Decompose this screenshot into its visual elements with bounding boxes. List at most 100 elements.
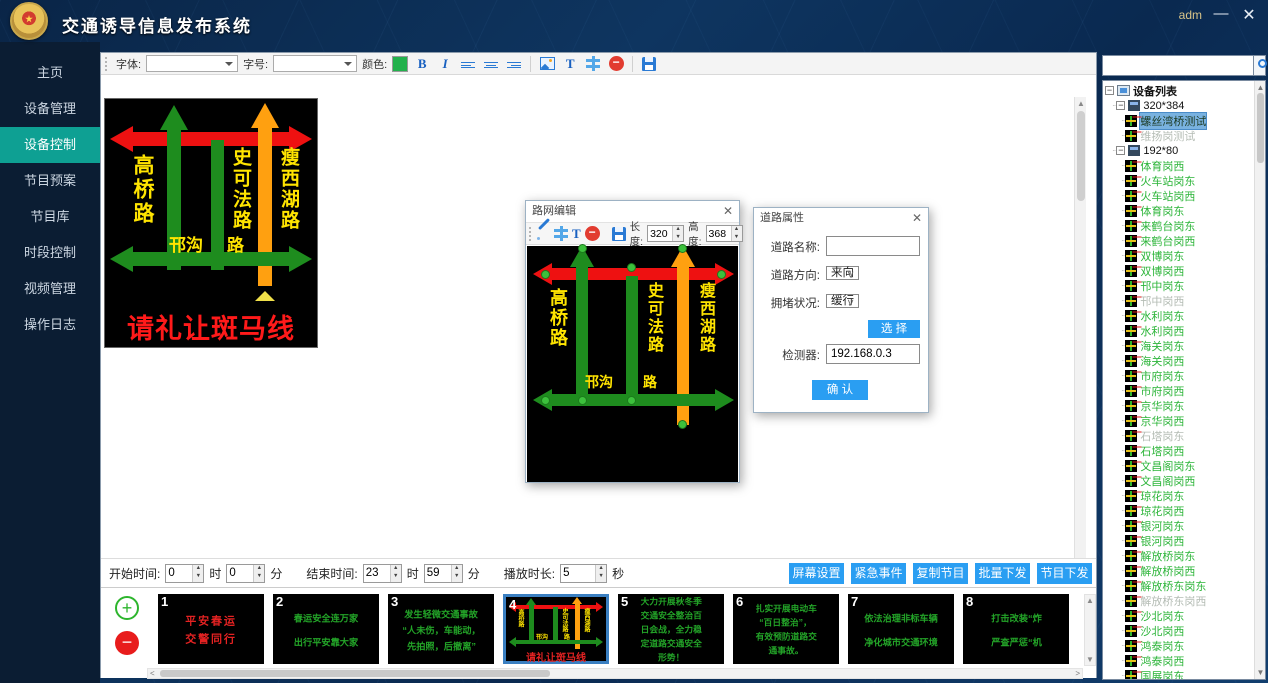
tree-device-item[interactable]: ··来鹤台岗东 xyxy=(1103,218,1253,233)
length-spinner[interactable]: ▲▼ xyxy=(672,226,683,241)
end-minute-spinner[interactable]: ▲▼ xyxy=(451,565,462,582)
tree-device-item[interactable]: ··水利岗西 xyxy=(1103,323,1253,338)
spin-up-icon[interactable]: ▲ xyxy=(596,565,606,574)
tree-device-item[interactable]: ··解放桥岗西 xyxy=(1103,563,1253,578)
tree-scroll-thumb[interactable] xyxy=(1257,93,1264,163)
align-left-button[interactable] xyxy=(459,55,477,73)
edit-handle[interactable] xyxy=(541,270,550,279)
tree-device-item[interactable]: ··沙北岗西 xyxy=(1103,623,1253,638)
led-sign-preview[interactable]: 高桥路 史可法路 瘦西湖路 邗沟 路 请礼让斑马线 xyxy=(104,98,318,348)
tree-device-item[interactable]: ··体育岗西 xyxy=(1103,158,1253,173)
color-swatch[interactable] xyxy=(392,56,408,72)
tree-device-item[interactable]: ··文昌阁岗西 xyxy=(1103,473,1253,488)
duration-input[interactable] xyxy=(561,565,595,582)
tree-device-item[interactable]: ··解放桥东岗西 xyxy=(1103,593,1253,608)
road-network-button[interactable] xyxy=(584,55,602,73)
device-search-button[interactable] xyxy=(1254,55,1266,76)
tree-device-item[interactable]: ··银河岗东 xyxy=(1103,518,1253,533)
edit-dialog-titlebar[interactable]: 路网编辑 ✕ xyxy=(526,201,739,222)
tree-group-item-1[interactable]: ··−192*80 xyxy=(1103,143,1253,158)
tree-device-item[interactable]: ··鸿泰岗西 xyxy=(1103,653,1253,668)
edit-handle[interactable] xyxy=(678,420,687,429)
tree-collapse-icon[interactable]: − xyxy=(1105,86,1114,95)
tree-device-item[interactable]: ··邗中岗西 xyxy=(1103,293,1253,308)
sidebar-item-5[interactable]: 时段控制 xyxy=(0,235,100,271)
bold-button[interactable]: B xyxy=(413,55,431,73)
playlist-thumbnail-7[interactable]: 7依法治理非标车辆净化城市交通环境 xyxy=(848,594,954,664)
sidebar-item-0[interactable]: 主页 xyxy=(0,55,100,91)
tree-device-item[interactable]: ··火车站岗西 xyxy=(1103,188,1253,203)
sidebar-item-4[interactable]: 节目库 xyxy=(0,199,100,235)
edit-sign[interactable]: 高桥路 史可法路 瘦西湖路 邗沟 路 xyxy=(527,246,738,431)
schedule-button-0[interactable]: 屏幕设置 xyxy=(789,563,844,584)
tree-device-item[interactable]: ··京华岗东 xyxy=(1103,398,1253,413)
scroll-up-icon[interactable]: ▲ xyxy=(1085,596,1095,605)
tree-scrollbar[interactable]: ▲ ▼ xyxy=(1254,81,1265,679)
playlist-vertical-scrollbar[interactable]: ▲ ▼ xyxy=(1084,594,1096,666)
tree-device-item[interactable]: ··螺丝湾桥测试 xyxy=(1103,113,1253,128)
tree-device-item[interactable]: ··国展岗东 xyxy=(1103,668,1253,680)
spin-up-icon[interactable]: ▲ xyxy=(673,226,683,234)
height-spinner[interactable]: ▲▼ xyxy=(731,226,742,241)
spin-down-icon[interactable]: ▼ xyxy=(193,573,203,582)
draw-line-button[interactable] xyxy=(537,225,550,243)
playlist-thumbnail-6[interactable]: 6扎实开展电动车“百日整治”，有效预防道路交通事故。 xyxy=(733,594,839,664)
tree-device-item[interactable]: ··琼花岗西 xyxy=(1103,503,1253,518)
delete-button[interactable]: − xyxy=(607,55,625,73)
tree-device-item[interactable]: ··沙北岗东 xyxy=(1103,608,1253,623)
font-select[interactable] xyxy=(146,55,238,72)
canvas-scroll-thumb[interactable] xyxy=(1077,111,1085,201)
tree-device-item[interactable]: ··银河岗西 xyxy=(1103,533,1253,548)
scroll-right-icon[interactable]: > xyxy=(1075,669,1080,679)
edit-handle[interactable] xyxy=(578,396,587,405)
scroll-left-icon[interactable]: < xyxy=(150,669,155,679)
road-direction-select[interactable]: 来向 xyxy=(826,266,859,280)
edit-handle[interactable] xyxy=(541,396,550,405)
edit-delete-button[interactable]: − xyxy=(585,225,600,243)
tree-device-item[interactable]: ··鸿泰岗东 xyxy=(1103,638,1253,653)
tree-collapse-icon[interactable]: − xyxy=(1116,146,1125,155)
spin-down-icon[interactable]: ▼ xyxy=(732,234,742,242)
tree-device-item[interactable]: ··京华岗西 xyxy=(1103,413,1253,428)
tree-root-item[interactable]: −设备列表 xyxy=(1103,83,1253,98)
tree-device-item[interactable]: ··体育岗东 xyxy=(1103,203,1253,218)
select-detector-button[interactable]: 选 择 xyxy=(868,320,920,338)
schedule-button-1[interactable]: 紧急事件 xyxy=(851,563,906,584)
prop-dialog-titlebar[interactable]: 道路属性 ✕ xyxy=(754,208,928,229)
tree-device-item[interactable]: ··双博岗东 xyxy=(1103,248,1253,263)
playlist-thumbnail-4[interactable]: 4高桥路史可法路瘦西湖路邗沟路请礼让斑马线 xyxy=(503,594,609,664)
align-right-button[interactable] xyxy=(505,55,523,73)
minimize-button[interactable]: — xyxy=(1210,5,1232,22)
sidebar-item-6[interactable]: 视频管理 xyxy=(0,271,100,307)
align-center-button[interactable] xyxy=(482,55,500,73)
edit-handle[interactable] xyxy=(627,263,636,272)
schedule-button-4[interactable]: 节目下发 xyxy=(1037,563,1092,584)
spin-down-icon[interactable]: ▼ xyxy=(596,573,606,582)
playlist-thumbnail-1[interactable]: 1平安春运交警同行 xyxy=(158,594,264,664)
road-tool-button[interactable] xyxy=(554,225,568,243)
scroll-up-icon[interactable]: ▲ xyxy=(1255,82,1266,93)
tree-group-item-0[interactable]: ··−320*384 xyxy=(1103,98,1253,113)
end-minute-input[interactable] xyxy=(425,565,451,582)
tree-device-item[interactable]: ··邗中岗东 xyxy=(1103,278,1253,293)
playlist-thumbnail-2[interactable]: 2春运安全连万家出行平安靠大家 xyxy=(273,594,379,664)
tree-device-item[interactable]: ··石塔岗西 xyxy=(1103,443,1253,458)
spin-down-icon[interactable]: ▼ xyxy=(254,573,264,582)
tree-device-item[interactable]: ··石塔岗东 xyxy=(1103,428,1253,443)
spin-up-icon[interactable]: ▲ xyxy=(452,565,462,574)
tree-device-item[interactable]: ··市府岗西 xyxy=(1103,383,1253,398)
edit-handle[interactable] xyxy=(578,244,587,253)
start-minute-spinner[interactable]: ▲▼ xyxy=(253,565,264,582)
end-hour-input[interactable] xyxy=(364,565,390,582)
edit-handle[interactable] xyxy=(717,270,726,279)
remove-program-button[interactable]: − xyxy=(115,631,139,655)
tree-device-item[interactable]: ··解放桥岗东 xyxy=(1103,548,1253,563)
edit-canvas[interactable]: 高桥路 史可法路 瘦西湖路 邗沟 路 xyxy=(527,246,738,482)
canvas-vertical-scrollbar[interactable]: ▲ ▼ xyxy=(1074,97,1086,580)
spin-down-icon[interactable]: ▼ xyxy=(673,234,683,242)
device-search-input[interactable] xyxy=(1102,55,1254,76)
schedule-button-2[interactable]: 复制节目 xyxy=(913,563,968,584)
prop-dialog-close-icon[interactable]: ✕ xyxy=(912,208,922,229)
insert-text-button[interactable]: T xyxy=(561,55,579,73)
scroll-down-icon[interactable]: ▼ xyxy=(1255,667,1266,678)
